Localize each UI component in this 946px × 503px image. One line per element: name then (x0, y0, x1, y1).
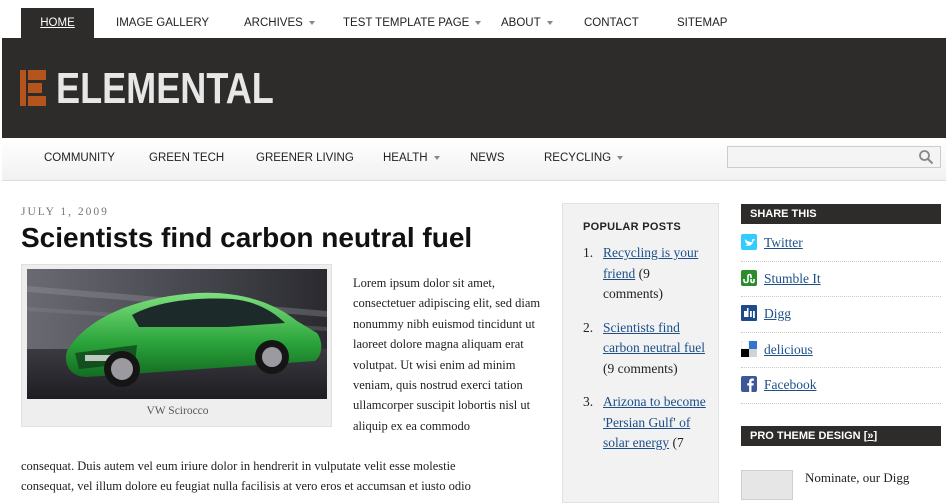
list-number: 3. (583, 394, 594, 409)
share-item-digg: Digg (741, 297, 941, 333)
site-header: ELEMENTAL (2, 38, 946, 138)
popular-post-link[interactable]: Recycling is your friend (603, 245, 698, 281)
post-body-excerpt: Lorem ipsum dolor sit amet, consectetuer… (353, 276, 541, 433)
list-item: 1. Recycling is your friend (9 comments) (583, 243, 713, 305)
list-number: 1. (583, 245, 594, 260)
top-navigation: HOME IMAGE GALLERY ARCHIVES TEST TEMPLAT… (0, 0, 946, 38)
pro-theme-heading-text: PRO THEME DESIGN (750, 430, 861, 442)
list-number: 2. (583, 319, 594, 335)
stumbleupon-icon[interactable] (741, 269, 757, 286)
catnav-item-news[interactable]: NEWS (470, 152, 505, 164)
category-navigation: COMMUNITY GREEN TECH GREENER LIVING HEAL… (2, 138, 946, 181)
twitter-icon[interactable] (741, 234, 757, 250)
list-item: 3. Arizona to become 'Persian Gulf' of s… (583, 392, 713, 454)
topnav-item-archives[interactable]: ARCHIVES (244, 8, 315, 38)
share-heading: SHARE THIS (741, 204, 941, 224)
catnav-item-recycling[interactable]: RECYCLING (544, 152, 624, 164)
share-link-delicious[interactable]: delicious (764, 342, 813, 358)
topnav-item-image-gallery[interactable]: IMAGE GALLERY (116, 8, 209, 38)
digg-icon[interactable] (741, 305, 757, 321)
share-item-twitter: Twitter (741, 226, 941, 262)
search-icon[interactable] (918, 149, 934, 165)
list-item: 2. Scientists find carbon neutral fuel (… (583, 318, 713, 380)
comment-count: (7 (672, 435, 684, 450)
pro-theme-text: Nominate, our Digg (805, 470, 910, 485)
share-link-stumbleupon[interactable]: Stumble It (764, 271, 821, 287)
popular-post-link[interactable]: Scientists find carbon neutral fuel (603, 320, 705, 356)
post-date: JULY 1, 2009 (21, 206, 109, 218)
share-item-facebook: Facebook (741, 368, 941, 404)
image-caption: VW Scirocco (146, 405, 209, 417)
post-body-continued: consequat. Duis autem vel eum iriure dol… (21, 456, 546, 497)
catnav-item-green-tech[interactable]: GREEN TECH (149, 152, 224, 164)
post-title[interactable]: Scientists find carbon neutral fuel (21, 222, 472, 254)
share-link-digg[interactable]: Digg (764, 306, 791, 322)
post-body-line: consequat. Duis autem vel eum iriure dol… (21, 459, 456, 473)
popular-post-link[interactable]: Arizona to become 'Persian Gulf' of sola… (603, 394, 706, 450)
chevron-down-icon (617, 155, 624, 160)
facebook-icon[interactable] (741, 376, 757, 392)
logo-icon[interactable] (20, 70, 46, 106)
catnav-item-community[interactable]: COMMUNITY (44, 152, 115, 164)
popular-posts-list: 1. Recycling is your friend (9 comments)… (583, 243, 713, 467)
bracket-close: ] (873, 430, 878, 442)
delicious-icon[interactable] (741, 340, 757, 357)
site-logo-text[interactable]: ELEMENTAL (56, 64, 274, 114)
pro-theme-heading: PRO THEME DESIGN [»] (741, 426, 941, 446)
chevron-down-icon (308, 20, 315, 25)
post-body-line: consequat, vel illum dolore eu feugiat n… (21, 479, 471, 494)
chevron-down-icon (475, 20, 482, 25)
topnav-item-home[interactable]: HOME (21, 8, 94, 38)
post-image-figure: VW Scirocco (21, 264, 332, 427)
car-image[interactable] (27, 269, 327, 399)
topnav-item-contact[interactable]: CONTACT (584, 8, 639, 38)
chevron-down-icon (546, 20, 553, 25)
search-input[interactable] (727, 146, 941, 168)
share-list: Twitter Stumble It Digg delicious Facebo… (741, 226, 941, 404)
share-item-delicious: delicious (741, 333, 941, 368)
topnav-item-sitemap[interactable]: SITEMAP (677, 8, 727, 38)
share-link-facebook[interactable]: Facebook (764, 377, 816, 393)
popular-posts-widget: POPULAR POSTS 1. Recycling is your frien… (562, 203, 719, 503)
comment-count: (9 comments) (603, 360, 678, 376)
chevron-down-icon (433, 155, 440, 160)
catnav-item-health[interactable]: HEALTH (383, 152, 440, 164)
topnav-item-about[interactable]: ABOUT (501, 8, 553, 38)
catnav-item-greener-living[interactable]: GREENER LIVING (256, 152, 354, 164)
topnav-item-test-template-page[interactable]: TEST TEMPLATE PAGE (343, 8, 482, 38)
share-link-twitter[interactable]: Twitter (764, 235, 803, 251)
popular-posts-heading: POPULAR POSTS (583, 221, 682, 233)
pro-theme-thumbnail[interactable] (741, 470, 793, 500)
share-item-stumbleupon: Stumble It (741, 262, 941, 297)
